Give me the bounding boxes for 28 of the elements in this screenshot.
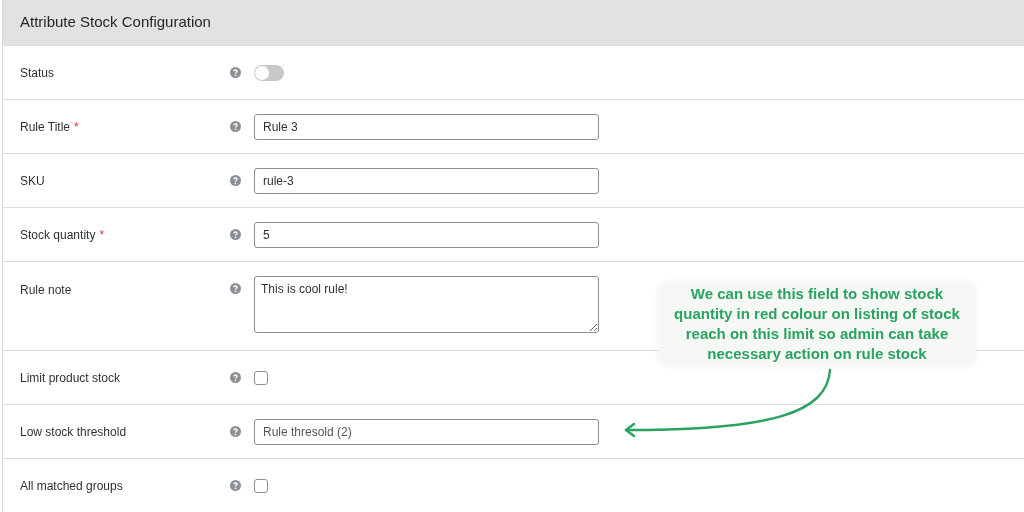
required-mark: * [74,118,79,136]
help-icon[interactable] [230,175,241,186]
help-icon[interactable] [230,67,241,78]
field-label: Limit product stock [20,369,121,387]
help-icon[interactable] [230,121,241,132]
required-mark: * [99,226,105,244]
help-icon[interactable] [230,283,241,294]
field-label: Status [20,64,55,82]
text-field[interactable]: Rule thresold (2) [254,418,599,445]
checkbox[interactable] [254,370,268,385]
text-field[interactable]: Rule 3 [254,113,599,140]
annotation-callout: We can use this field to show stock quantity in red colour on listing of stock reach on this limit so admin can take necessary action on rule stock [658,282,976,366]
field-label: Rule note [20,282,72,299]
help-icon[interactable] [230,426,241,437]
help-icon[interactable] [230,229,241,240]
toggle-switch[interactable] [254,64,284,81]
note-field[interactable]: This is cool rule! [254,276,599,333]
field-label: Low stock threshold [20,423,127,441]
help-icon[interactable] [230,372,241,383]
panel-title: Attribute Stock Configuration [20,12,211,33]
field-label: All matched groups [20,477,123,495]
text-field[interactable]: rule-3 [254,167,599,194]
help-icon[interactable] [230,480,241,491]
text-field[interactable]: 5 [254,221,599,248]
checkbox[interactable] [254,478,268,493]
field-label: Rule Title [20,118,71,136]
field-label: SKU [20,172,45,190]
field-label: Stock quantity [20,226,96,244]
